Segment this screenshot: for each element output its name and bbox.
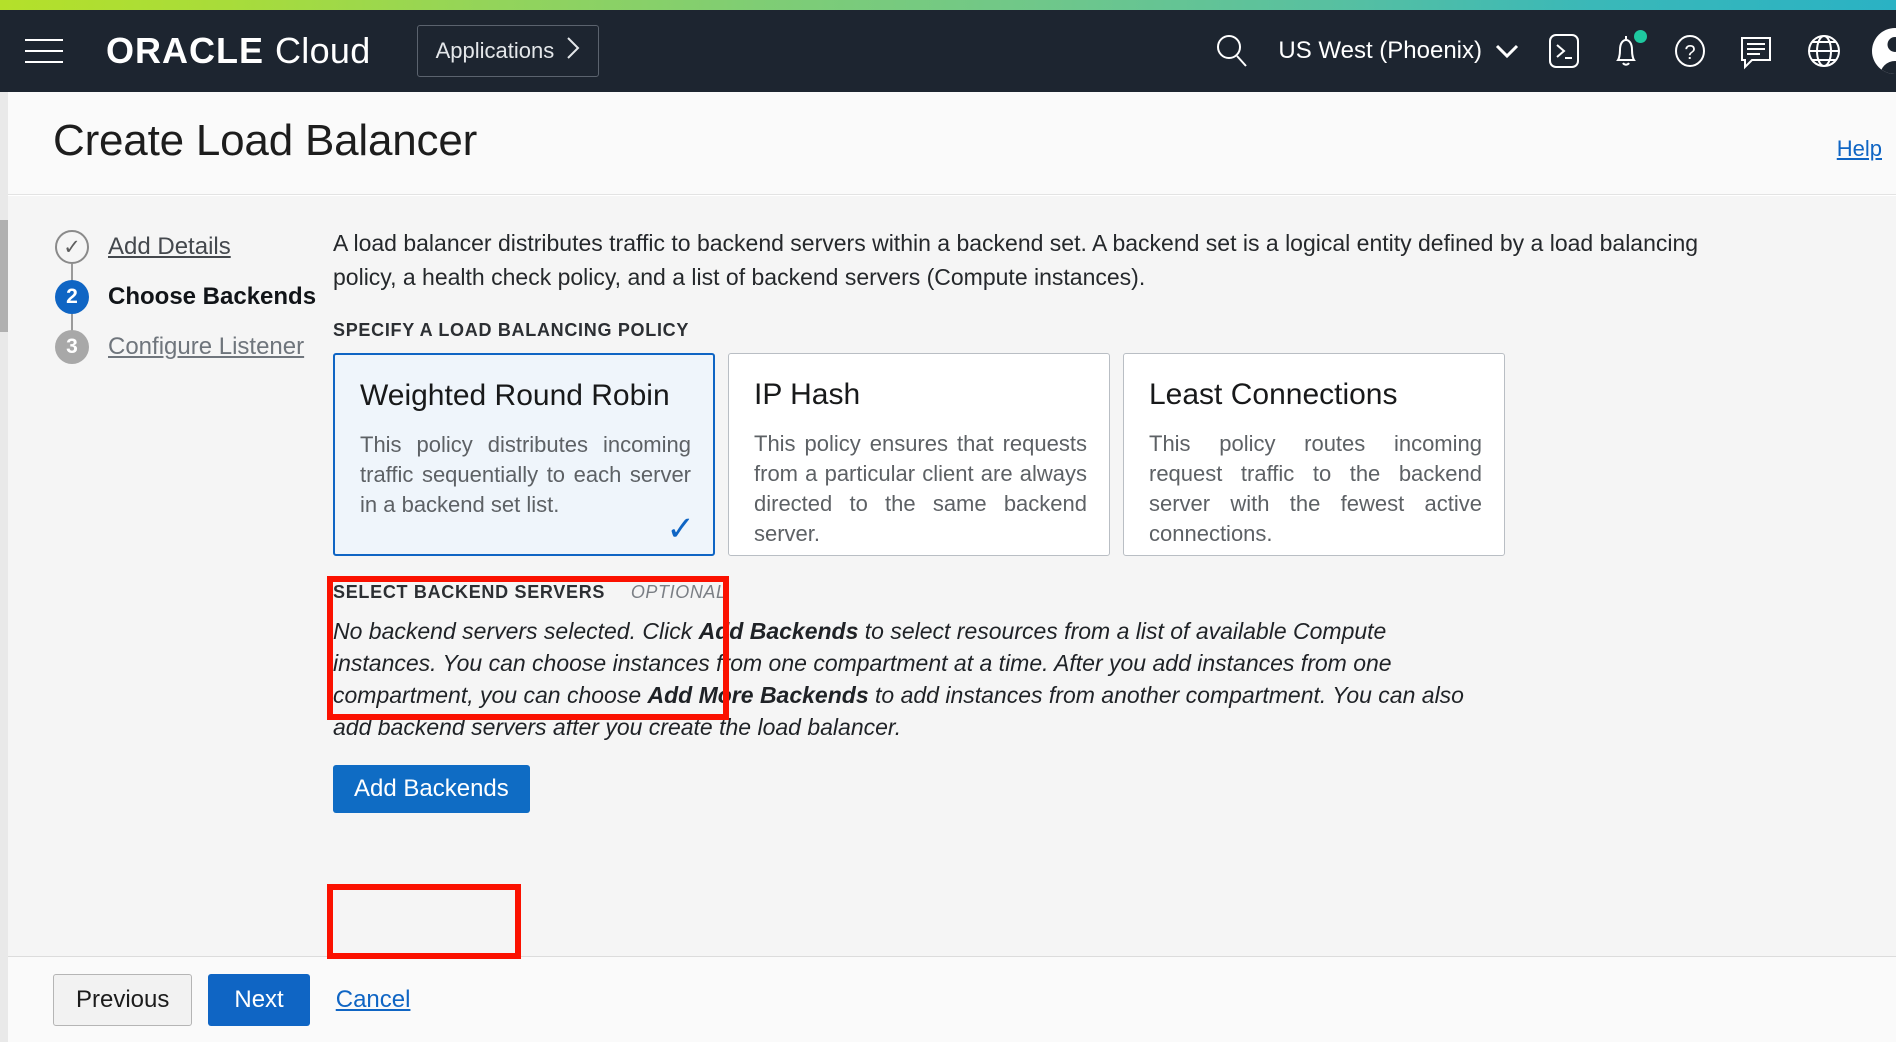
brand-gradient-bar <box>0 0 1896 10</box>
page-title: Create Load Balancer <box>53 116 478 165</box>
help-question-icon[interactable]: ? <box>1670 30 1710 72</box>
policy-title: Least Connections <box>1149 378 1398 411</box>
chevron-right-icon <box>566 36 580 66</box>
chevron-down-icon <box>1495 44 1519 59</box>
applications-button[interactable]: Applications <box>416 25 600 77</box>
policy-card-ip-hash[interactable]: IP Hash This policy ensures that request… <box>728 353 1110 556</box>
policy-description: This policy distributes incoming traffic… <box>360 432 691 517</box>
step-label-configure-listener: Configure Listener <box>108 333 305 360</box>
sidebar-item-add-details[interactable]: ✓ Add Details <box>55 222 345 286</box>
search-icon[interactable] <box>1212 31 1252 71</box>
region-label: US West (Phoenix) <box>1278 37 1482 64</box>
backend-section-label: SELECT BACKEND SERVERS OPTIONAL <box>333 582 1853 603</box>
svg-text:?: ? <box>1684 42 1695 64</box>
next-button[interactable]: Next <box>208 973 310 1026</box>
language-globe-icon[interactable] <box>1802 29 1846 73</box>
add-backends-button[interactable]: Add Backends <box>333 765 530 813</box>
policy-card-weighted-round-robin[interactable]: Weighted Round Robin This policy distrib… <box>333 353 715 556</box>
backend-text-part1: No backend servers selected. Click <box>333 618 699 644</box>
step-marker-3: 3 <box>55 330 89 364</box>
wizard-content: A load balancer distributes traffic to b… <box>333 226 1853 813</box>
applications-label: Applications <box>435 38 555 63</box>
scrollbar-thumb[interactable] <box>0 220 8 332</box>
backend-section-label-text: SELECT BACKEND SERVERS <box>333 582 606 602</box>
policy-title: IP Hash <box>754 378 861 411</box>
cloud-shell-icon[interactable] <box>1546 30 1582 72</box>
region-selector[interactable]: US West (Phoenix) <box>1278 37 1520 65</box>
policy-section-label-text: SPECIFY A LOAD BALANCING POLICY <box>333 320 690 340</box>
policy-card-group: Weighted Round Robin This policy distrib… <box>333 353 1853 556</box>
feedback-chat-icon[interactable] <box>1736 30 1776 72</box>
hamburger-line <box>25 39 63 41</box>
backend-text-bold-add-more-backends: Add More Backends <box>647 682 869 708</box>
policy-description: This policy routes incoming request traf… <box>1149 431 1482 546</box>
sidebar-item-choose-backends[interactable]: 2 Choose Backends <box>55 272 345 336</box>
chat-bubble-glyph <box>1741 37 1771 70</box>
step-marker-2: 2 <box>55 280 89 314</box>
avatar-head <box>1887 37 1896 52</box>
terminal-glyph <box>1549 34 1579 68</box>
intro-description: A load balancer distributes traffic to b… <box>333 230 1699 290</box>
selected-checkmark-icon: ✓ <box>666 510 696 548</box>
backend-empty-state-text: No backend servers selected. Click Add B… <box>333 615 1470 743</box>
hamburger-line <box>25 61 63 63</box>
add-backends-button-highlight <box>327 884 521 959</box>
wizard-body: ✓ Add Details 2 Choose Backends 3 Config… <box>8 196 1896 959</box>
step-label-choose-backends: Choose Backends <box>108 283 317 310</box>
backend-section-optional-tag: OPTIONAL <box>630 582 727 602</box>
wizard-stepper: ✓ Add Details 2 Choose Backends 3 Config… <box>55 222 345 372</box>
page-scrollbar[interactable] <box>0 92 8 1042</box>
user-avatar-icon[interactable] <box>1872 28 1896 74</box>
policy-title: Weighted Round Robin <box>360 379 670 412</box>
globe-glyph <box>1808 35 1840 67</box>
header-actions: US West (Phoenix) ? <box>1212 10 1896 92</box>
question-circle-glyph: ? <box>1675 35 1705 67</box>
help-link[interactable]: Help <box>1837 136 1882 162</box>
oracle-cloud-logo[interactable]: ORACLE Cloud <box>106 30 371 72</box>
brand-oracle-text: ORACLE <box>106 30 264 71</box>
backend-text-bold-add-backends: Add Backends <box>698 618 859 644</box>
brand-cloud-text: Cloud <box>275 30 371 71</box>
step-marker-checkmark-icon: ✓ <box>55 230 89 264</box>
notifications-bell-icon[interactable] <box>1608 30 1647 72</box>
cancel-link[interactable]: Cancel <box>336 986 411 1014</box>
wizard-footer: Previous Next Cancel <box>8 956 1896 1042</box>
avatar-body <box>1880 61 1896 74</box>
policy-card-least-connections[interactable]: Least Connections This policy routes inc… <box>1123 353 1505 556</box>
hamburger-line <box>25 50 63 52</box>
notification-badge-dot <box>1634 30 1647 43</box>
policy-section-label: SPECIFY A LOAD BALANCING POLICY <box>333 320 1853 341</box>
page-title-bar: Create Load Balancer Help <box>8 92 1896 195</box>
chevron-right-glyph <box>567 37 580 59</box>
sidebar-item-configure-listener[interactable]: 3 Configure Listener <box>55 322 345 372</box>
search-glyph <box>1217 35 1248 67</box>
policy-description: This policy ensures that requests from a… <box>754 431 1087 546</box>
previous-button[interactable]: Previous <box>53 973 193 1026</box>
global-header: ORACLE Cloud Applications US West (Phoen… <box>0 10 1896 92</box>
step-label-add-details: Add Details <box>108 233 231 260</box>
hamburger-menu-icon[interactable] <box>22 29 66 73</box>
